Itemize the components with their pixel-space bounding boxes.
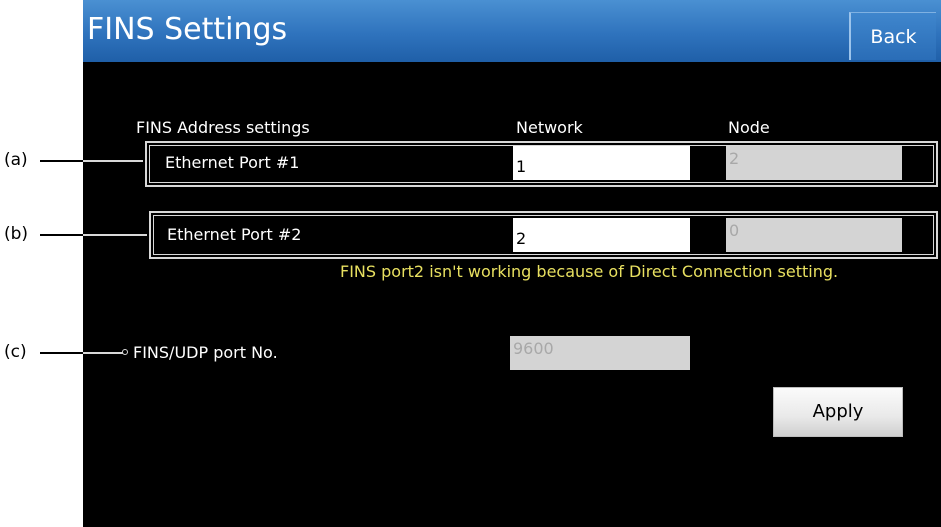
ethernet-port-1-label: Ethernet Port #1 [165,153,300,172]
page-title: FINS Settings [87,12,288,47]
ethernet-port-2-network-input[interactable]: 2 [513,218,690,252]
apply-button[interactable]: Apply [773,387,903,437]
callout-b-label: (b) [4,224,29,244]
ethernet-port-2-label: Ethernet Port #2 [167,225,302,244]
ethernet-port-2-node-input: 0 [726,218,902,252]
title-bar: FINS Settings Back [83,0,941,62]
back-button[interactable]: Back [849,12,936,60]
fins-udp-port-input: 9600 [510,336,690,370]
fins-address-section-label: FINS Address settings [136,118,310,137]
ethernet-port-1-network-input[interactable]: 1 [513,146,690,180]
callout-c-leader-inner [83,352,123,354]
fins-port2-warning: FINS port2 isn't working because of Dire… [340,262,839,281]
device-screen: FINS Settings Back FINS Address settings… [83,0,941,527]
network-column-header: Network [516,118,583,137]
callout-c-leader [40,352,83,354]
callout-c-dot [122,349,128,355]
callout-a-leader [40,160,83,162]
callout-b-leader [40,234,83,236]
ethernet-port-1-node-input: 2 [726,146,902,180]
callout-b-leader-inner [83,234,147,236]
callout-a-leader-inner [83,160,143,162]
node-column-header: Node [728,118,770,137]
fins-udp-port-label: FINS/UDP port No. [133,343,278,362]
callout-c-label: (c) [4,342,27,362]
callout-a-label: (a) [4,150,28,170]
